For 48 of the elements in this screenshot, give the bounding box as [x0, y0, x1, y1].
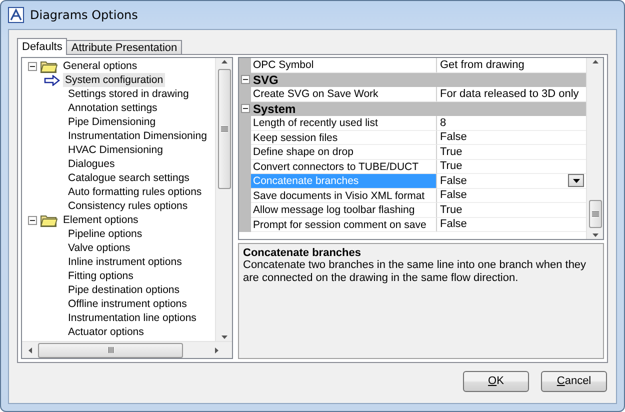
tree-item[interactable]: System configuration: [63, 73, 166, 87]
property-value[interactable]: False: [440, 218, 467, 230]
tree-item[interactable]: Auto formatting rules options: [66, 185, 204, 199]
ok-button[interactable]: OK: [463, 370, 529, 392]
tree-item[interactable]: Pipeline options: [66, 227, 144, 241]
tree-item[interactable]: Annotation settings: [66, 101, 160, 115]
property-name[interactable]: Convert connectors to TUBE/DUCT: [251, 160, 437, 174]
property-name[interactable]: Create SVG on Save Work: [251, 87, 437, 102]
description-text: Concatenate two branches in the same line into one branch when they are connected on the drawing in the same flow direction.: [243, 259, 588, 285]
property-value[interactable]: False: [440, 131, 467, 144]
property-value[interactable]: False: [440, 189, 467, 202]
property-name[interactable]: Prompt for session comment on save: [251, 218, 437, 232]
tree-item[interactable]: Catalogue search settings: [66, 171, 192, 185]
property-value[interactable]: True: [440, 146, 462, 158]
tab[interactable]: Attribute Presentation: [66, 40, 182, 55]
tree-item[interactable]: Instrumentation line options: [66, 311, 198, 325]
tree-item[interactable]: General options: [61, 59, 140, 73]
tree-item[interactable]: HVAC Dimensioning: [66, 143, 165, 157]
tree-item[interactable]: Valve options: [66, 241, 132, 255]
property-name[interactable]: Allow message log toolbar flashing: [251, 203, 437, 218]
section-header[interactable]: SVG: [251, 72, 586, 87]
property-value[interactable]: Get from drawing: [440, 58, 524, 71]
property-name[interactable]: Save documents in Visio XML format: [251, 188, 437, 203]
description-title: Concatenate branches: [243, 247, 362, 259]
property-value[interactable]: 8: [440, 116, 446, 129]
tree-item[interactable]: Inline instrument options: [66, 255, 184, 269]
tree-item[interactable]: Pipe Dimensioning: [66, 115, 158, 129]
tab[interactable]: Defaults: [17, 38, 68, 55]
tree-item[interactable]: Actuator options: [66, 325, 146, 339]
tree-item[interactable]: Dialogues: [66, 157, 117, 171]
tree-item[interactable]: Instrumentation Dimensioning: [66, 129, 209, 143]
property-value[interactable]: False: [440, 174, 467, 187]
tree-item[interactable]: Settings stored in drawing: [66, 87, 191, 101]
property-value[interactable]: True: [440, 204, 462, 216]
tree-item[interactable]: Fitting options: [66, 269, 136, 283]
property-name[interactable]: Length of recently used list: [251, 116, 437, 130]
tree-item[interactable]: Pipe destination options: [66, 283, 182, 297]
tree-item[interactable]: Element options: [61, 213, 140, 227]
property-name[interactable]: OPC Symbol: [251, 58, 437, 72]
tree-item[interactable]: Consistency rules options: [66, 199, 190, 213]
property-value[interactable]: True: [440, 160, 462, 172]
tree-item[interactable]: Offline instrument options: [66, 297, 189, 311]
window-title: Diagrams Options: [30, 8, 138, 22]
property-name[interactable]: Keep session files: [251, 130, 437, 145]
section-header[interactable]: System: [251, 102, 586, 116]
cancel-button[interactable]: Cancel: [541, 370, 607, 392]
property-name[interactable]: Define shape on drop: [251, 145, 437, 160]
property-value[interactable]: For data released to 3D only: [440, 88, 579, 100]
